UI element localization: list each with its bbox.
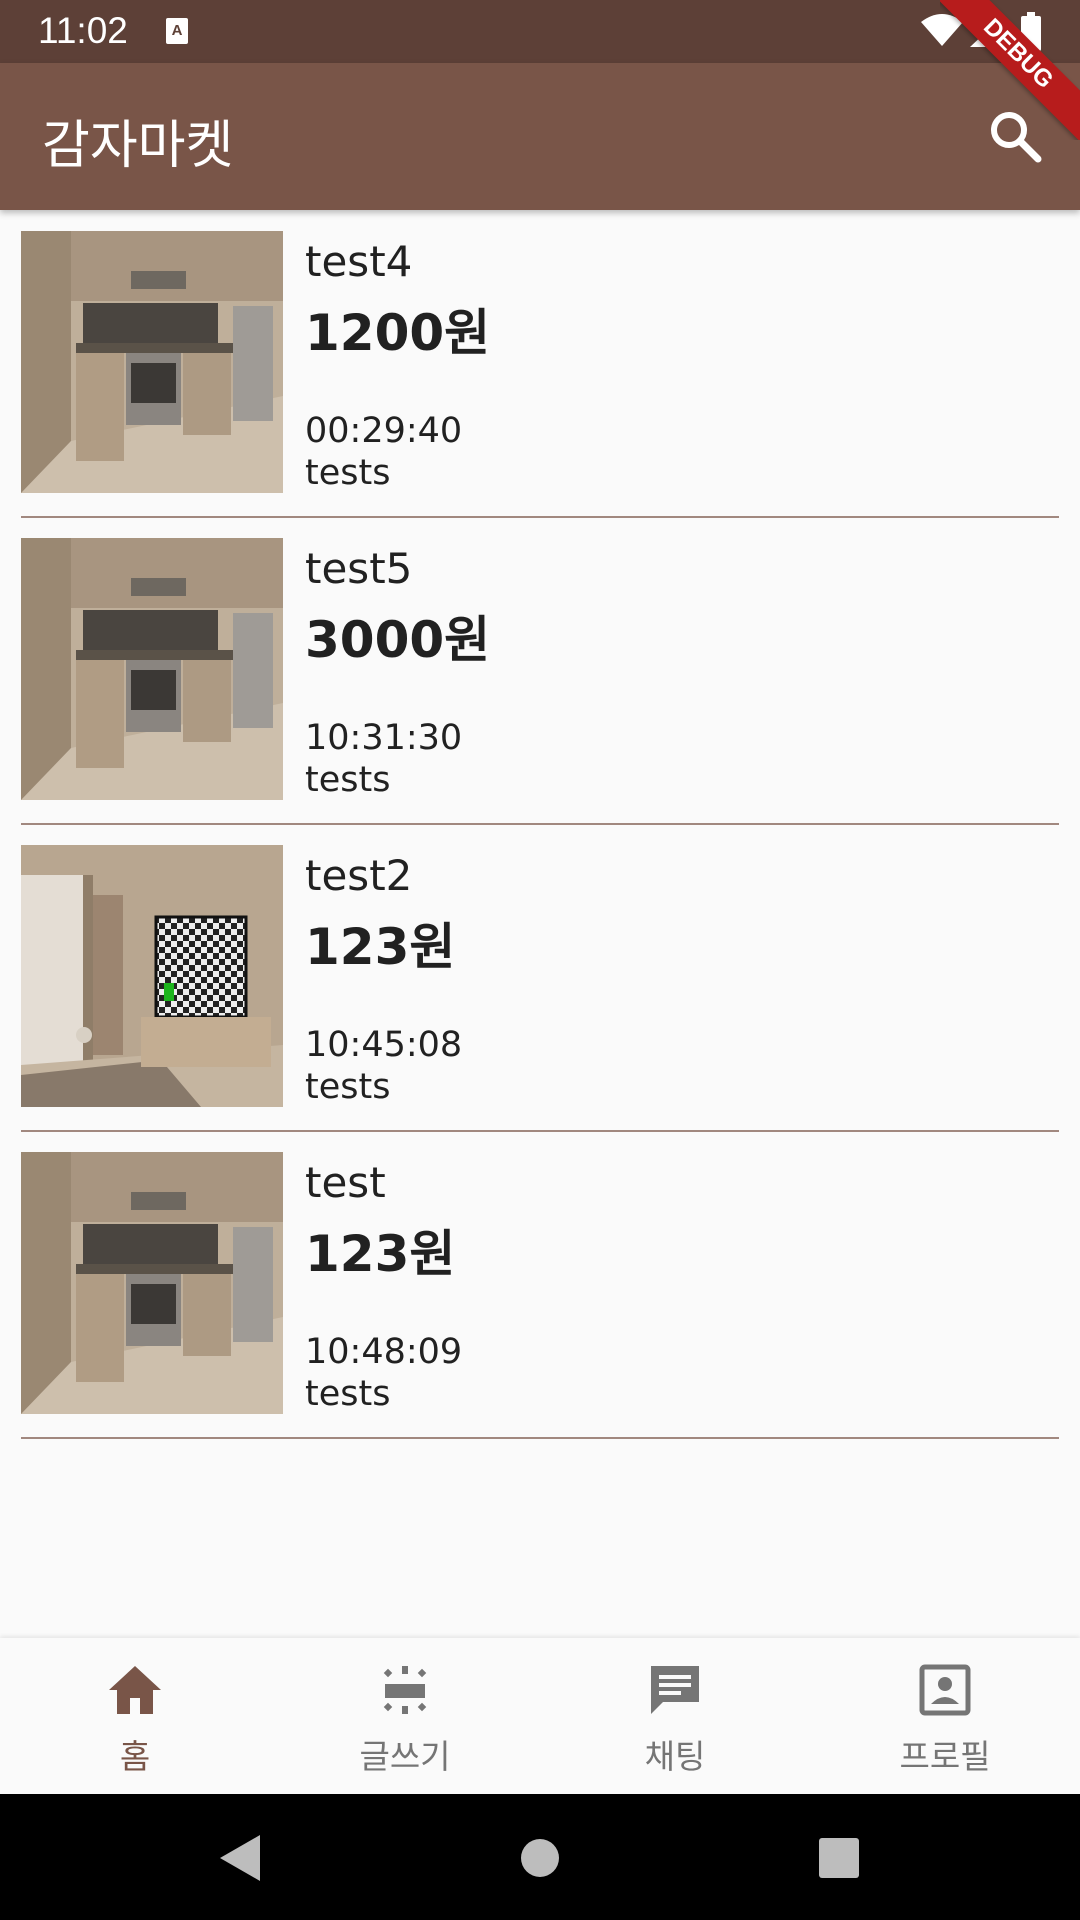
- kitchen-image: [21, 538, 283, 800]
- system-navigation-bar: [0, 1794, 1080, 1920]
- item-time: 00:29:40: [305, 411, 463, 451]
- nav-label: 채팅: [644, 1737, 706, 1776]
- item-price: 123원: [305, 918, 456, 976]
- list-item[interactable]: test4 1200원 00:29:40 tests: [21, 231, 1059, 518]
- item-price: 1200원: [305, 304, 491, 362]
- product-list: test4 1200원 00:29:40 tests test5 3000원 1…: [21, 210, 1059, 1459]
- status-bar: 11:02 A: [0, 0, 1080, 63]
- list-item[interactable]: test2 123원 10:45:08 tests: [21, 845, 1059, 1132]
- write-icon: [383, 1666, 427, 1714]
- item-time: 10:48:09: [305, 1332, 463, 1372]
- keyboard-notification-icon: A: [166, 18, 188, 44]
- app-title: 감자마켓: [42, 117, 234, 175]
- debug-banner: DEBUG: [940, 0, 1080, 140]
- bottom-navigation: 홈 글쓰기 채팅 프로필: [0, 1638, 1080, 1794]
- product-image: [21, 231, 283, 493]
- nav-item-write[interactable]: 글쓰기: [270, 1638, 540, 1794]
- list-item[interactable]: test 123원 10:48:09 tests: [21, 1152, 1059, 1439]
- item-title: test2: [305, 851, 413, 900]
- product-image: [21, 1152, 283, 1414]
- item-title: test5: [305, 544, 413, 593]
- nav-label: 프로필: [899, 1737, 991, 1776]
- item-price: 123원: [305, 1225, 456, 1283]
- kitchen-image: [21, 231, 283, 493]
- nav-item-chat[interactable]: 채팅: [540, 1638, 810, 1794]
- item-description: tests: [305, 1067, 391, 1107]
- profile-icon: [919, 1664, 971, 1716]
- chat-icon: [651, 1666, 699, 1714]
- item-price: 3000원: [305, 611, 491, 669]
- list-item[interactable]: test5 3000원 10:31:30 tests: [21, 538, 1059, 825]
- item-title: test: [305, 1158, 386, 1207]
- product-image: [21, 845, 283, 1107]
- living-room-image: [21, 845, 283, 1107]
- status-time: 11:02: [38, 10, 128, 51]
- recents-icon[interactable]: [810, 1829, 868, 1887]
- item-description: tests: [305, 760, 391, 800]
- svg-text:A: A: [172, 22, 183, 39]
- item-title: test4: [305, 237, 413, 286]
- item-time: 10:31:30: [305, 718, 463, 758]
- home-icon: [109, 1666, 161, 1714]
- product-image: [21, 538, 283, 800]
- app-bar: 감자마켓: [0, 63, 1080, 210]
- nav-item-profile[interactable]: 프로필: [810, 1638, 1080, 1794]
- nav-item-home[interactable]: 홈: [0, 1638, 270, 1794]
- nav-label: 글쓰기: [359, 1737, 451, 1776]
- kitchen-image: [21, 1152, 283, 1414]
- item-description: tests: [305, 453, 391, 493]
- home-button-icon[interactable]: [511, 1829, 569, 1887]
- back-icon[interactable]: [210, 1829, 268, 1887]
- item-time: 10:45:08: [305, 1025, 463, 1065]
- item-description: tests: [305, 1374, 391, 1414]
- nav-label: 홈: [119, 1737, 151, 1776]
